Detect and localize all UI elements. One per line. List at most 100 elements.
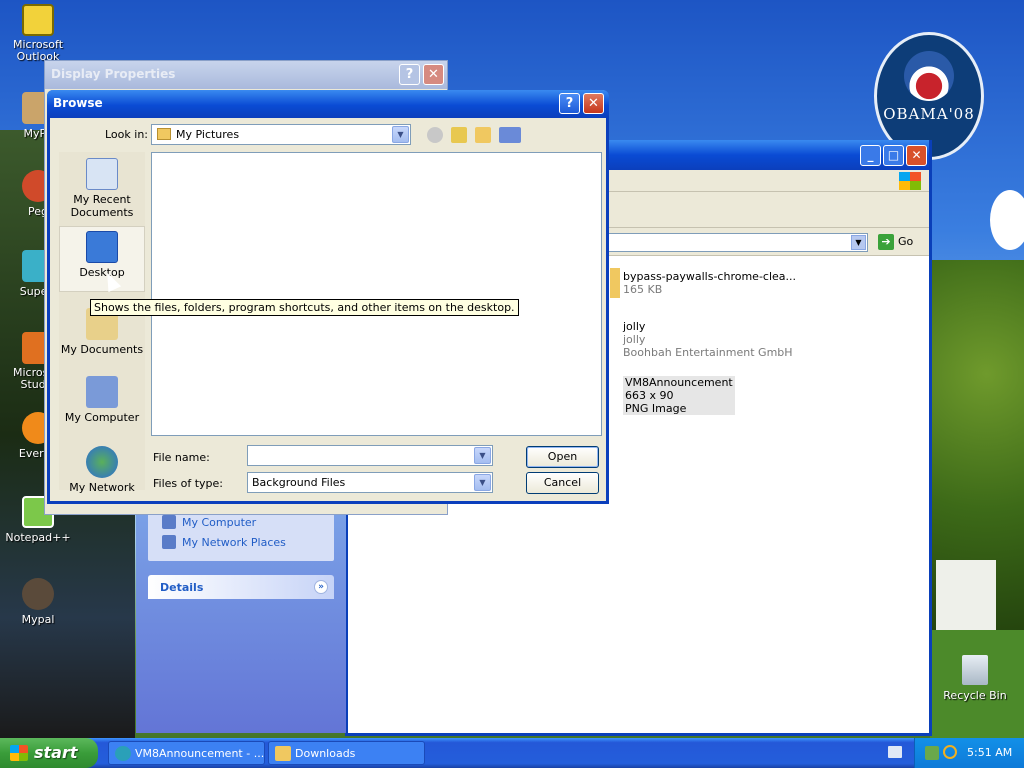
file-type-value: Background Files (252, 476, 346, 489)
place-label: My Documents (60, 343, 144, 356)
up-folder-icon[interactable] (451, 127, 467, 143)
clock: 5:51 AM (967, 746, 1013, 759)
file-item[interactable]: jolly jolly Boohbah Entertainment GmbH (623, 320, 793, 359)
chevron-down-icon[interactable]: ▼ (474, 447, 491, 464)
my-computer-icon (162, 515, 176, 529)
close-button[interactable]: ✕ (906, 145, 927, 166)
place-my-network[interactable]: My Network (59, 446, 145, 494)
window-title: Display Properties (51, 67, 176, 81)
look-in-select[interactable]: My Pictures ▼ (151, 124, 411, 145)
chevron-down-icon[interactable]: ▼ (474, 474, 491, 491)
place-desktop[interactable]: Desktop (59, 226, 145, 292)
desktop-icon (86, 231, 118, 263)
folder-icon (157, 128, 171, 140)
places-bar: My Recent Documents Desktop My Documents… (59, 152, 145, 494)
chevron-down-icon[interactable]: ▼ (851, 235, 866, 250)
task-label: Downloads (295, 747, 356, 760)
file-name: VM8Announcement (625, 376, 733, 389)
campaign-logo-icon (904, 51, 954, 101)
file-type-select[interactable]: Background Files ▼ (247, 472, 493, 493)
browse-dialog: Browse ? ✕ Look in: My Pictures ▼ My Rec… (47, 90, 609, 504)
desktop-icon-label: Recycle Bin (943, 689, 1007, 702)
file-item[interactable]: bypass-paywalls-chrome-clea... 165 KB (623, 270, 796, 296)
file-size: 165 KB (623, 283, 663, 296)
go-arrow-icon: ➔ (878, 234, 894, 250)
link-my-computer[interactable]: My Computer (162, 515, 256, 529)
task-label: VM8Announcement - ... (135, 747, 265, 760)
windows-logo-icon (899, 172, 921, 190)
start-label: start (34, 743, 78, 762)
system-tray: 5:51 AM (914, 738, 1024, 768)
desktop-tooltip: Shows the files, folders, program shortc… (90, 299, 519, 316)
browser-icon (115, 746, 131, 761)
back-icon[interactable] (427, 127, 443, 143)
expand-chevron-icon[interactable]: » (314, 580, 328, 594)
place-my-computer[interactable]: My Computer (59, 376, 145, 424)
dialog-title: Browse (53, 96, 103, 110)
help-button[interactable]: ? (399, 64, 420, 85)
keyboard-icon[interactable] (888, 746, 902, 758)
raccoon-icon (22, 578, 54, 610)
file-name: jolly (623, 320, 646, 333)
desktop-icon-mypal-2[interactable]: Mypal (2, 578, 74, 626)
link-label: My Computer (182, 515, 257, 529)
look-in-value: My Pictures (176, 128, 240, 141)
file-list[interactable] (151, 152, 602, 436)
link-my-network-places[interactable]: My Network Places (162, 535, 286, 549)
file-type-label: Files of type: (153, 477, 224, 490)
badge-text: OBAMA'08 (883, 105, 975, 123)
taskbar: start VM8Announcement - ... Downloads 5:… (0, 738, 1024, 768)
browse-titlebar: Browse ? ✕ (47, 90, 609, 118)
wallpaper-house (936, 560, 996, 630)
wallpaper-cloud (990, 190, 1024, 250)
cancel-button[interactable]: Cancel (526, 472, 599, 494)
desktop-icon-recycle-bin[interactable]: Recycle Bin (940, 655, 1010, 702)
recent-documents-icon (86, 158, 118, 190)
explorer-task-pane: My Computer My Network Places Details » (136, 505, 346, 733)
link-label: My Network Places (182, 535, 286, 549)
look-in-label: Look in: (105, 128, 148, 141)
my-network-icon (86, 446, 118, 478)
file-company: Boohbah Entertainment GmbH (623, 346, 793, 359)
minimize-button[interactable]: _ (860, 145, 881, 166)
desktop-icon-label: Notepad++ (5, 531, 71, 544)
help-button[interactable]: ? (559, 93, 580, 114)
search-tray-icon[interactable] (943, 745, 957, 759)
task-downloads[interactable]: Downloads (268, 741, 425, 765)
outlook-icon (22, 4, 54, 36)
place-label: My Recent Documents (70, 193, 134, 219)
chevron-down-icon[interactable]: ▼ (392, 126, 409, 143)
network-places-icon (162, 535, 176, 549)
file-name-label: File name: (153, 451, 210, 464)
folder-icon (610, 268, 620, 298)
details-header[interactable]: Details » (148, 575, 334, 599)
network-tray-icon[interactable] (925, 746, 939, 760)
file-name-input[interactable]: ▼ (247, 445, 493, 466)
details-label: Details (160, 581, 204, 594)
recycle-bin-icon (962, 655, 988, 685)
task-vm8announcement[interactable]: VM8Announcement - ... (108, 741, 265, 765)
file-dimensions: 663 x 90 (625, 389, 674, 402)
file-name: bypass-paywalls-chrome-clea... (623, 270, 797, 283)
go-button[interactable]: ➔ Go (878, 234, 913, 250)
windows-flag-icon (10, 745, 28, 761)
view-menu-icon[interactable] (499, 127, 521, 143)
go-label: Go (898, 235, 914, 248)
close-button[interactable]: ✕ (583, 93, 604, 114)
display-properties-titlebar: Display Properties ? ✕ (45, 61, 447, 89)
new-folder-icon[interactable] (475, 127, 491, 143)
place-label: My Computer (64, 411, 140, 424)
desktop-icon-outlook[interactable]: Microsoft Outlook (2, 4, 74, 63)
my-computer-icon (86, 376, 118, 408)
maximize-button[interactable]: □ (883, 145, 904, 166)
open-button[interactable]: Open (526, 446, 599, 468)
desktop-icon-label: Mypal (21, 613, 55, 626)
start-button[interactable]: start (0, 738, 98, 768)
folder-icon (275, 746, 291, 761)
close-button[interactable]: ✕ (423, 64, 444, 85)
file-description: jolly (623, 333, 646, 346)
place-my-recent-documents[interactable]: My Recent Documents (59, 158, 145, 219)
place-label: My Network (69, 481, 135, 494)
file-item-selected[interactable]: VM8Announcement 663 x 90 PNG Image (623, 376, 735, 415)
file-type: PNG Image (625, 402, 687, 415)
